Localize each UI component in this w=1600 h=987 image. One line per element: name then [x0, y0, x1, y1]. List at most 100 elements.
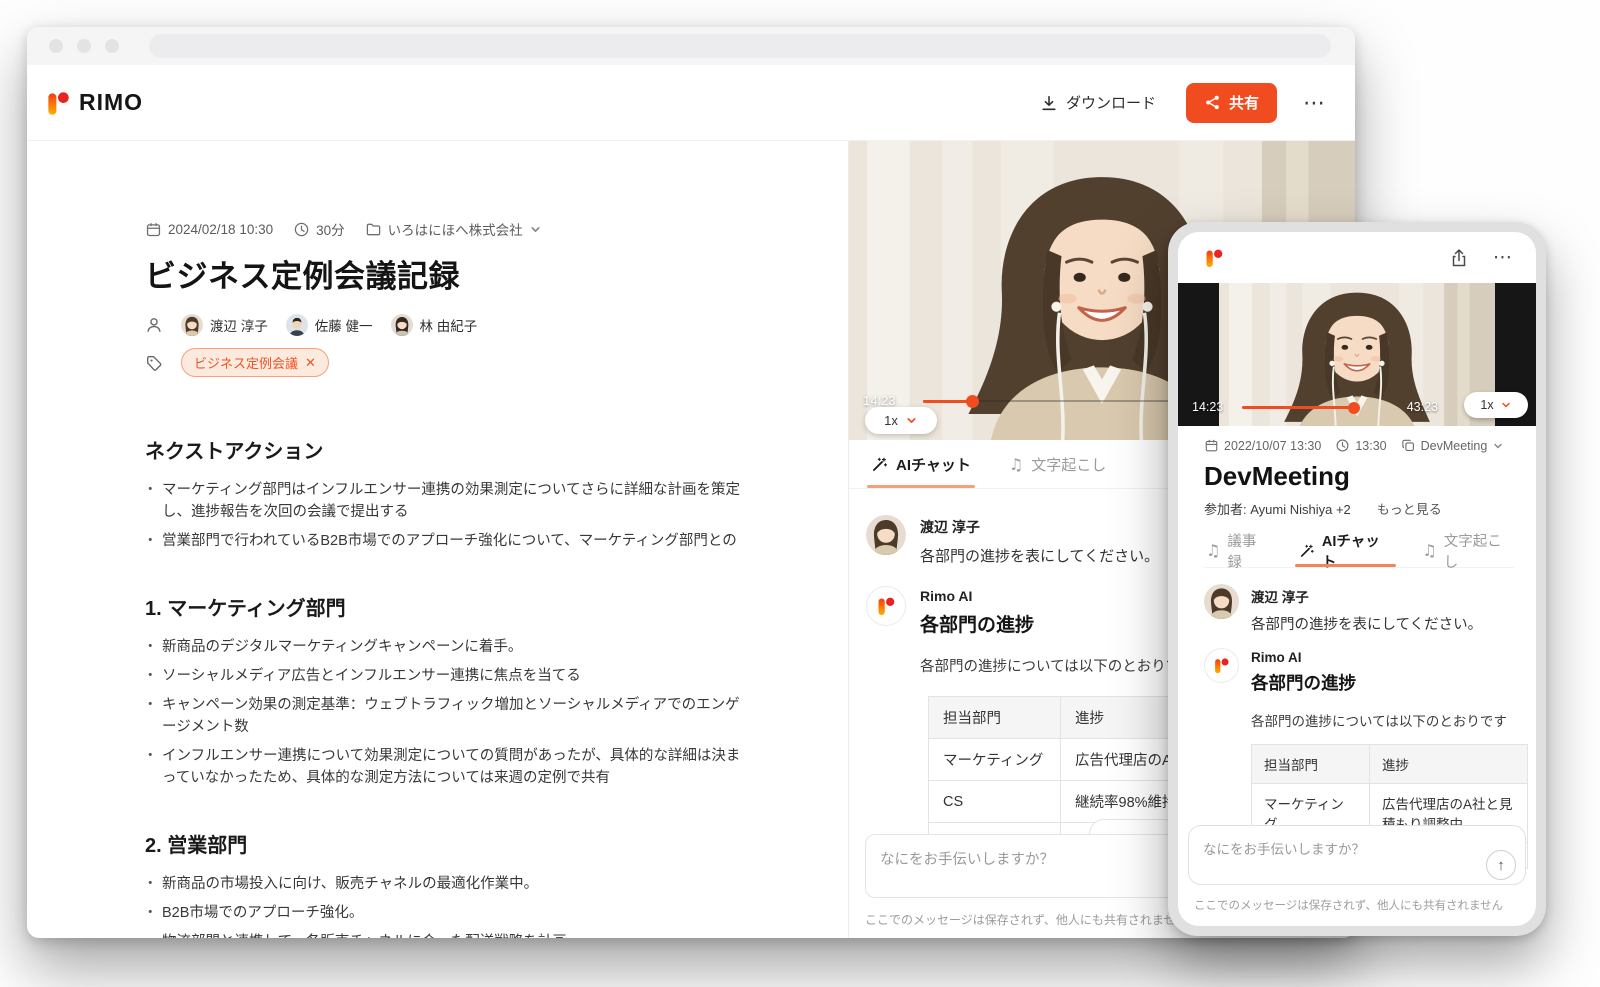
table-header-cell: 担当部門: [1252, 745, 1370, 784]
chat-ai-text: 各部門の進捗については以下のとおりです: [920, 655, 1195, 676]
bullet-item: マーケティング部門はインフルエンサー連携の効果測定についてさらに詳細な計画を策定…: [145, 479, 741, 523]
bullet-item: 新商品の市場投入に向け、販売チャネルの最適化作業中。: [145, 873, 741, 895]
participants-row: 渡辺 淳子 佐藤 健一 林 由紀子: [145, 314, 808, 336]
share-ios-button[interactable]: [1449, 248, 1469, 268]
music-note-icon: ♫: [1422, 541, 1436, 560]
bullet-item: インフルエンサー連携について効果測定についての質問があったが、具体的な詳細は決ま…: [145, 745, 741, 789]
download-icon: [1040, 94, 1058, 112]
chat-user-text: 各部門の進捗を表にしてください。: [920, 545, 1159, 566]
tab-transcript[interactable]: ♫ 文字起こし: [1422, 534, 1514, 567]
window-control-dot[interactable]: [105, 39, 119, 53]
meeting-datetime: 2024/02/18 10:30: [145, 221, 273, 238]
chat-ai-text: 各部門の進捗については以下のとおりです: [1251, 710, 1507, 730]
chevron-down-icon: [529, 223, 542, 236]
progress-fill: [1242, 406, 1354, 409]
section-heading: ネクストアクション: [145, 435, 808, 464]
section-bullets: 新商品の市場投入に向け、販売チャネルの最適化作業中。 B2B市場でのアプローチ強…: [145, 873, 741, 938]
progress-handle[interactable]: [966, 395, 979, 408]
clock-icon: [293, 221, 310, 238]
chevron-down-icon: [1500, 399, 1512, 411]
chat-ai-name: Rimo AI: [1251, 648, 1507, 665]
bullet-item: 物流部門と連携して、各販売チャネルに合った配送戦略を計画。: [145, 931, 741, 938]
avatar: [181, 314, 203, 336]
share-nodes-icon: [1204, 94, 1221, 111]
playback-time-total: 43:23: [1407, 400, 1438, 414]
table-header-cell: 担当部門: [929, 697, 1061, 739]
chat-user-text: 各部門の進捗を表にしてください。: [1251, 613, 1482, 634]
calendar-icon: [145, 221, 162, 238]
calendar-icon: [1204, 438, 1219, 453]
avatar: [866, 515, 906, 555]
arrow-up-icon: ↑: [1497, 857, 1505, 874]
rimo-ai-avatar: [866, 586, 906, 626]
playback-time: 14:23: [863, 393, 896, 408]
bullet-item: ソーシャルメディア広告とインフルエンサー連携に焦点を当てる: [145, 665, 741, 687]
bullet-item: キャンペーン効果の測定基準：ウェブトラフィック増加とソーシャルメディアでのエンゲ…: [145, 694, 741, 738]
participants-summary: 参加者: Ayumi Nishiya +2: [1204, 499, 1351, 518]
meeting-duration: 13:30: [1335, 438, 1386, 453]
chat-ai-heading: 各部門の進捗: [920, 610, 1195, 637]
bullet-item: 営業部門で行われているB2B市場でのアプローチ強化について、マーケティング部門と…: [145, 530, 741, 552]
playback-speed-button[interactable]: 1x: [865, 407, 937, 434]
page-title: ビジネス定例会議記録: [145, 251, 808, 296]
rimo-logo-icon[interactable]: [1204, 246, 1224, 270]
chat-ai-heading: 各部門の進捗: [1251, 670, 1507, 695]
document-area: 2024/02/18 10:30 30分 いろはにほへ株式会社 ビジネス定例会議…: [27, 141, 848, 938]
page: RIMO ダウンロード 共有 ⋯ 2024/02/18 10:30: [0, 0, 1600, 987]
mobile-device: ⋯ 14:23 43:23 1x 2022/1: [1168, 222, 1546, 936]
mobile-body: 2022/10/07 13:30 13:30 DevMeeting DevMee…: [1178, 426, 1536, 869]
tag-icon: [145, 354, 163, 372]
more-menu-button[interactable]: ⋯: [1493, 248, 1514, 267]
page-title: DevMeeting: [1204, 461, 1514, 492]
meeting-org-selector[interactable]: いろはにほへ株式会社: [365, 219, 542, 239]
chat-input-zone: ↑: [1188, 825, 1526, 890]
tab-ai-chat[interactable]: AIチャット: [1299, 534, 1392, 567]
music-note-icon: ♫: [1009, 455, 1023, 474]
rimo-ai-avatar: [1204, 648, 1239, 683]
rimo-logo[interactable]: RIMO: [45, 88, 143, 118]
mobile-tabs: ♫ 議事録 AIチャット ♫ 文字起こし: [1204, 534, 1514, 568]
address-bar[interactable]: [149, 34, 1331, 58]
share-button[interactable]: 共有: [1186, 83, 1277, 123]
meeting-meta: 2022/10/07 13:30 13:30 DevMeeting: [1204, 438, 1514, 453]
table-header-cell: 進捗: [1370, 745, 1528, 784]
chat-message-user: 渡辺 淳子 各部門の進捗を表にしてください。: [1204, 584, 1514, 634]
share-ios-icon: [1449, 248, 1469, 268]
rimo-logo-icon: [876, 594, 896, 618]
tab-minutes[interactable]: ♫ 議事録: [1206, 534, 1269, 567]
chat-user-name: 渡辺 淳子: [1251, 584, 1482, 606]
tag-remove-icon[interactable]: ✕: [305, 355, 316, 371]
chevron-down-icon: [905, 414, 918, 427]
avatar: [1204, 584, 1239, 619]
send-button[interactable]: ↑: [1486, 850, 1516, 880]
tab-transcript[interactable]: ♫ 文字起こし: [1009, 440, 1106, 488]
meeting-meta: 2024/02/18 10:30 30分 いろはにほへ株式会社: [145, 219, 808, 239]
progress-handle[interactable]: [1348, 402, 1360, 414]
music-note-icon: ♫: [1206, 541, 1220, 560]
chat-input[interactable]: [1188, 825, 1526, 885]
window-control-dot[interactable]: [77, 39, 91, 53]
participant[interactable]: 佐藤 健一: [286, 314, 373, 336]
rimo-logo-icon: [45, 88, 71, 118]
wand-icon: [871, 456, 888, 473]
playback-speed-button[interactable]: 1x: [1464, 392, 1528, 418]
app-header: RIMO ダウンロード 共有 ⋯: [27, 65, 1355, 141]
meeting-org-selector[interactable]: DevMeeting: [1401, 438, 1505, 453]
tag-chip[interactable]: ビジネス定例会議 ✕: [181, 348, 329, 377]
download-button[interactable]: ダウンロード: [1040, 92, 1156, 113]
window-control-dot[interactable]: [49, 39, 63, 53]
copy-icon: [1401, 438, 1416, 453]
more-menu-button[interactable]: ⋯: [1303, 92, 1327, 114]
download-label: ダウンロード: [1066, 92, 1156, 113]
tab-ai-chat[interactable]: AIチャット: [871, 440, 971, 488]
section-heading: 2. 営業部門: [145, 829, 808, 858]
show-more-link[interactable]: もっと見る: [1377, 499, 1442, 518]
chat-area: 渡辺 淳子 各部門の進捗を表にしてください。 Rimo AI 各部門の進捗 各部…: [1204, 568, 1514, 869]
participant[interactable]: 渡辺 淳子: [181, 314, 268, 336]
mobile-video-player[interactable]: 14:23 43:23 1x: [1178, 283, 1536, 426]
section-bullets: マーケティング部門はインフルエンサー連携の効果測定についてさらに詳細な計画を策定…: [145, 479, 741, 552]
folder-icon: [365, 221, 382, 238]
participants-row: 参加者: Ayumi Nishiya +2 もっと見る: [1204, 499, 1514, 518]
mobile-header: ⋯: [1178, 232, 1536, 283]
participant[interactable]: 林 由紀子: [391, 314, 478, 336]
